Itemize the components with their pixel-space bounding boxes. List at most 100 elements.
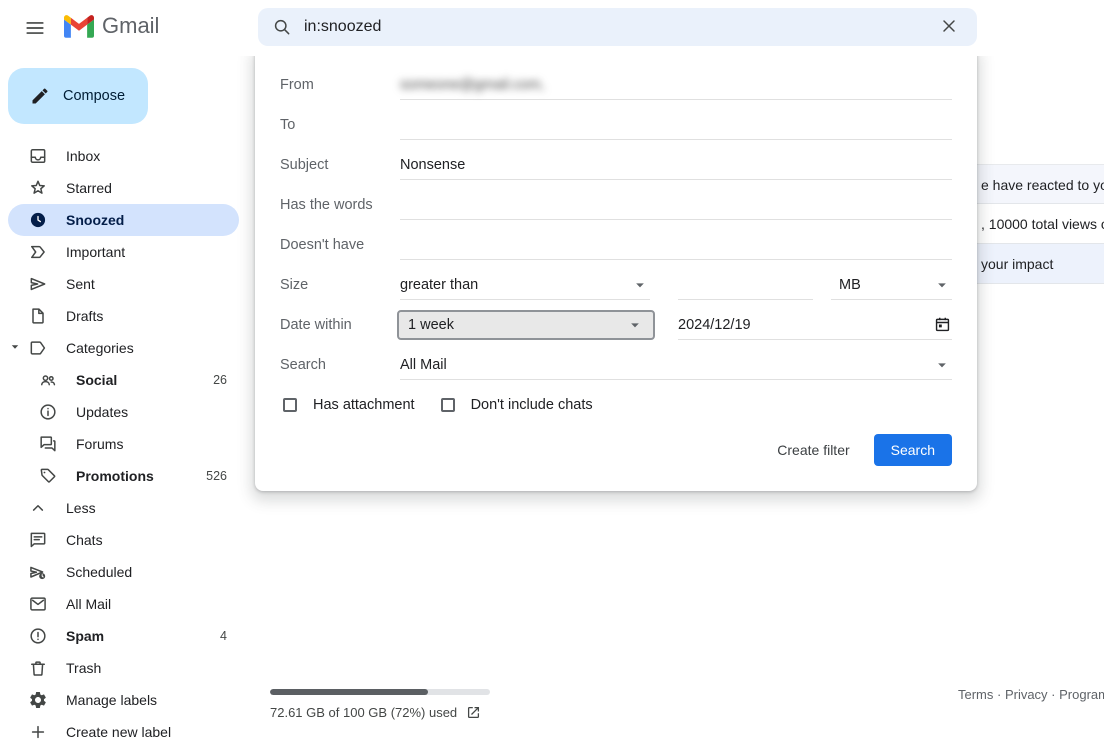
size-operator-select[interactable]: greater than [400,270,650,300]
date-within-label: Date within [280,317,400,333]
date-range-value: 1 week [408,317,454,333]
gmail-wordmark: Gmail [102,13,159,39]
sidebar-item-all-mail[interactable]: All Mail [8,588,239,620]
storage-meter [270,689,490,695]
sidebar-item-updates[interactable]: Updates [8,396,239,428]
sidebar-item-create-new-label[interactable]: Create new label [8,716,239,748]
dont-include-chats-checkbox[interactable] [441,398,455,412]
sidebar-item-scheduled[interactable]: Scheduled [8,556,239,588]
doesnt-have-label: Doesn't have [280,237,400,253]
trash-icon [28,658,48,678]
search-scope-select[interactable]: All Mail [400,350,952,380]
sidebar-item-categories[interactable]: Categories [8,332,239,364]
compose-button[interactable]: Compose [8,68,148,124]
inbox-icon [28,146,48,166]
top-bar: Gmail in:snoozed [0,0,1104,56]
search-scope-row: Search All Mail [280,345,952,385]
sidebar-nav: Inbox Starred Snoozed Important Sent Drafts Ca… [0,140,256,748]
spam-icon [28,626,48,646]
dropdown-arrow-icon [932,275,952,295]
from-field[interactable]: someone@gmail.com, [400,70,952,100]
plus-icon [28,722,48,742]
search-bar[interactable]: in:snoozed [258,8,977,46]
subject-row: Subject Nonsense [280,145,952,185]
sidebar-item-label: Manage labels [66,692,157,708]
open-in-new-icon[interactable] [465,704,482,721]
sidebar-item-label: Chats [66,532,103,548]
pencil-icon [30,86,50,106]
mail-icon [28,594,48,614]
expand-caret-icon[interactable] [8,340,22,354]
sidebar-item-label: Trash [66,660,101,676]
sidebar-item-drafts[interactable]: Drafts [8,300,239,332]
search-scope-label: Search [280,357,400,373]
unread-count: 526 [206,469,239,483]
sidebar-item-label: Starred [66,180,112,196]
important-icon [28,242,48,262]
sidebar-item-social[interactable]: Social 26 [8,364,239,396]
sidebar-item-snoozed[interactable]: Snoozed [8,204,239,236]
tag-icon [38,466,58,486]
sidebar-item-label: Drafts [66,308,103,324]
sidebar-item-chats[interactable]: Chats [8,524,239,556]
dropdown-arrow-icon [625,315,645,335]
storage-section: 72.61 GB of 100 GB (72%) used [270,689,490,721]
sidebar: Compose Inbox Starred Snoozed Important Sent… [0,56,256,736]
sidebar-item-spam[interactable]: Spam4 [8,620,239,652]
search-button[interactable]: Search [874,434,952,466]
sidebar-item-label: Less [66,500,96,516]
sidebar-item-label: Scheduled [66,564,132,580]
sidebar-item-promotions[interactable]: Promotions526 [8,460,239,492]
search-filter-panel: From someone@gmail.com, To Subject Nonse… [255,50,977,491]
star-icon [28,178,48,198]
sidebar-item-inbox[interactable]: Inbox [8,140,239,172]
subject-field[interactable]: Nonsense [400,150,952,180]
sidebar-item-label: Create new label [66,724,171,740]
draft-icon [28,306,48,326]
sidebar-item-label: Important [66,244,125,260]
date-input[interactable]: 2024/12/19 [678,310,952,340]
chat-icon [28,530,48,550]
sidebar-item-forums[interactable]: Forums [8,428,239,460]
from-value-redacted: someone@gmail.com, [400,77,544,93]
calendar-icon[interactable] [933,315,952,334]
has-attachment-label: Has attachment [313,397,415,413]
sidebar-item-less[interactable]: Less [8,492,239,524]
size-amount-input[interactable] [678,270,813,300]
send-icon [28,274,48,294]
subject-label: Subject [280,157,400,173]
create-filter-button[interactable]: Create filter [777,442,849,458]
size-unit-select[interactable]: MB [831,270,952,300]
email-snippet: e have reacted to you [981,165,1104,205]
main-menu-button[interactable] [18,14,52,42]
from-row: From someone@gmail.com, [280,65,952,105]
info-icon [38,402,58,422]
compose-label: Compose [63,88,125,104]
search-input[interactable]: in:snoozed [304,18,935,36]
doesnt-have-field[interactable] [400,230,952,260]
sidebar-item-important[interactable]: Important [8,236,239,268]
size-operator-value: greater than [400,277,478,293]
clear-search-button[interactable] [935,12,963,43]
sidebar-item-label: Sent [66,276,95,292]
sidebar-item-sent[interactable]: Sent [8,268,239,300]
close-icon [939,16,959,36]
sidebar-item-starred[interactable]: Starred [8,172,239,204]
unread-count: 26 [213,373,239,387]
has-attachment-checkbox[interactable] [283,398,297,412]
sidebar-item-manage-labels[interactable]: Manage labels [8,684,239,716]
dont-include-chats-label: Don't include chats [471,397,593,413]
chevron-up-icon [28,498,48,518]
email-snippet: your impact [981,244,1053,284]
date-range-select[interactable]: 1 week [397,310,655,340]
sidebar-item-label: Social [76,372,117,388]
to-field[interactable] [400,110,952,140]
checkbox-row: Has attachment Don't include chats [280,385,952,425]
sidebar-item-label: Spam [66,628,104,644]
search-icon[interactable] [272,17,292,37]
has-words-field[interactable] [400,190,952,220]
sidebar-item-trash[interactable]: Trash [8,652,239,684]
dropdown-arrow-icon [932,355,952,375]
footer-links[interactable]: Terms · Privacy · Program Policies [958,687,1104,702]
sidebar-item-label: Categories [66,340,134,356]
